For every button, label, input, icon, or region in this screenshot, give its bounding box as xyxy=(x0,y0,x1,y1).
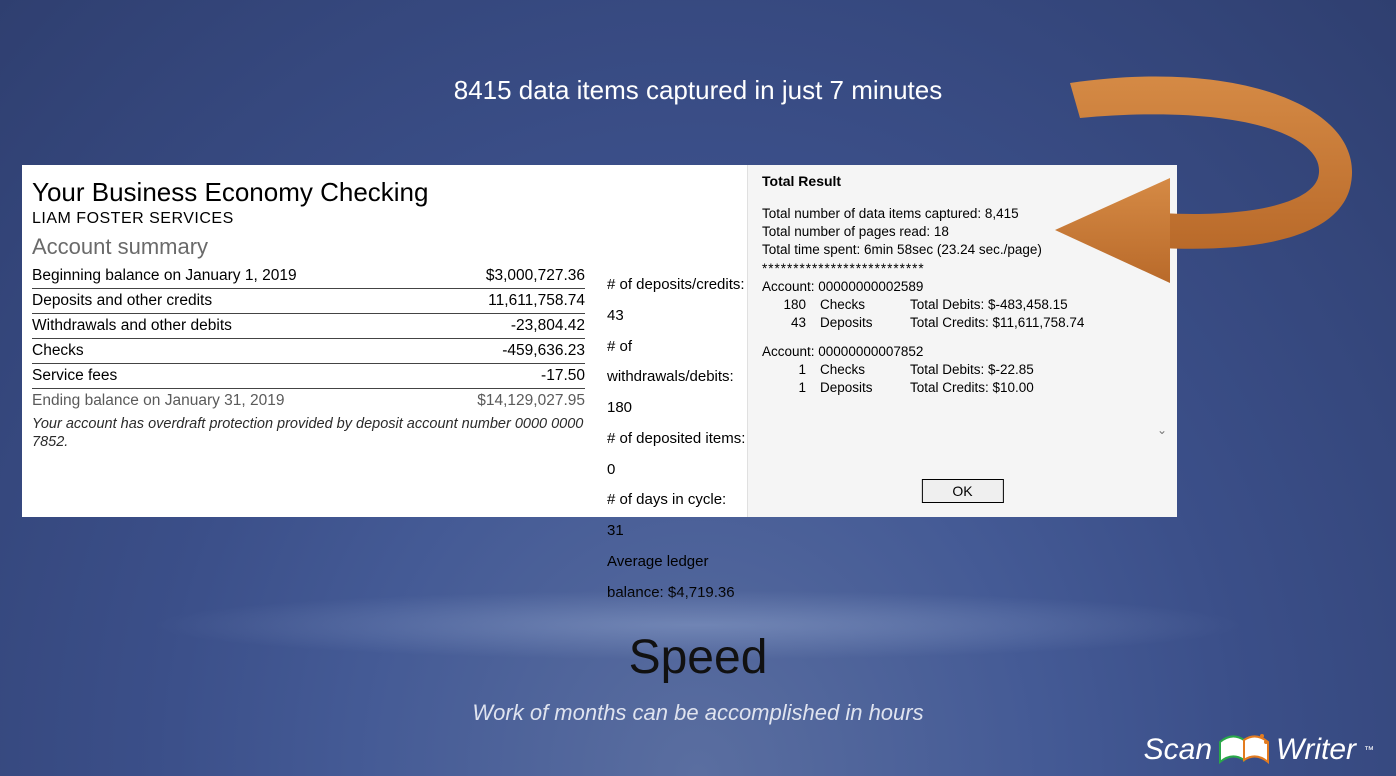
table-row: Withdrawals and other debits-23,804.42 xyxy=(32,314,585,339)
page-title: Speed xyxy=(0,630,1396,685)
account-header: Account: 00000000002589 xyxy=(762,278,1163,296)
row-value: $14,129,027.95 xyxy=(425,389,585,414)
ok-button[interactable]: OK xyxy=(921,479,1003,503)
metrics-panel: # of deposits/credits: 43 # of withdrawa… xyxy=(607,165,747,517)
overdraft-note: Your account has overdraft protection pr… xyxy=(32,415,585,451)
row-label: Deposits and other credits xyxy=(32,289,425,314)
acct-count: 43 xyxy=(762,314,820,332)
acct-total: Total Credits: $11,611,758.74 xyxy=(910,314,1163,332)
row-label: Withdrawals and other debits xyxy=(32,314,425,339)
row-label: Ending balance on January 31, 2019 xyxy=(32,389,425,414)
headline: 8415 data items captured in just 7 minut… xyxy=(0,75,1396,106)
dialog-line: Total number of pages read: 18 xyxy=(762,223,1163,241)
account-header: Account: 00000000007852 xyxy=(762,343,1163,361)
summary-table: Beginning balance on January 1, 2019$3,0… xyxy=(32,264,585,413)
row-value: -23,804.42 xyxy=(425,314,585,339)
acct-count: 1 xyxy=(762,379,820,397)
acct-total: Total Debits: $-483,458.15 xyxy=(910,296,1163,314)
row-value: -459,636.23 xyxy=(425,339,585,364)
row-label: Beginning balance on January 1, 2019 xyxy=(32,264,425,289)
row-value: $3,000,727.36 xyxy=(425,264,585,289)
logo-right: Writer xyxy=(1276,733,1356,767)
document-card: Your Business Economy Checking LIAM FOST… xyxy=(22,165,1177,517)
logo-left: Scan xyxy=(1144,733,1212,767)
acct-total: Total Debits: $-22.85 xyxy=(910,361,1163,379)
dialog-separator: ************************** xyxy=(762,260,1163,278)
row-label: Checks xyxy=(32,339,425,364)
statement-panel: Your Business Economy Checking LIAM FOST… xyxy=(22,165,607,517)
metric-days: # of days in cycle: 31 xyxy=(607,485,747,547)
row-value: -17.50 xyxy=(425,364,585,389)
trademark-icon: ™ xyxy=(1364,745,1374,756)
acct-type: Checks xyxy=(820,296,910,314)
acct-type: Deposits xyxy=(820,379,910,397)
acct-total: Total Credits: $10.00 xyxy=(910,379,1163,397)
acct-count: 180 xyxy=(762,296,820,314)
dialog-line: Total number of data items captured: 8,4… xyxy=(762,205,1163,223)
table-row: Beginning balance on January 1, 2019$3,0… xyxy=(32,264,585,289)
metric-deposited: # of deposited items: 0 xyxy=(607,424,747,486)
statement-section: Account summary xyxy=(32,234,585,260)
page-subtitle: Work of months can be accomplished in ho… xyxy=(0,700,1396,726)
book-icon xyxy=(1218,730,1270,770)
acct-type: Checks xyxy=(820,361,910,379)
scanwriter-logo: Scan Writer ™ xyxy=(1144,730,1374,770)
row-label: Service fees xyxy=(32,364,425,389)
statement-title: Your Business Economy Checking xyxy=(32,177,585,208)
chevron-down-icon[interactable]: ⌄ xyxy=(1157,423,1167,437)
row-value: 11,611,758.74 xyxy=(425,289,585,314)
result-dialog: Total Result Total number of data items … xyxy=(747,165,1177,517)
metric-withdrawals: # of withdrawals/debits: 180 xyxy=(607,332,747,424)
dialog-line: Total time spent: 6min 58sec (23.24 sec.… xyxy=(762,241,1163,259)
dialog-title: Total Result xyxy=(762,173,1163,189)
table-row: Ending balance on January 31, 2019$14,12… xyxy=(32,389,585,414)
table-row: Deposits and other credits11,611,758.74 xyxy=(32,289,585,314)
statement-owner: LIAM FOSTER SERVICES xyxy=(32,210,585,228)
table-row: Checks-459,636.23 xyxy=(32,339,585,364)
metric-deposits: # of deposits/credits: 43 xyxy=(607,270,747,332)
acct-count: 1 xyxy=(762,361,820,379)
acct-type: Deposits xyxy=(820,314,910,332)
table-row: Service fees-17.50 xyxy=(32,364,585,389)
